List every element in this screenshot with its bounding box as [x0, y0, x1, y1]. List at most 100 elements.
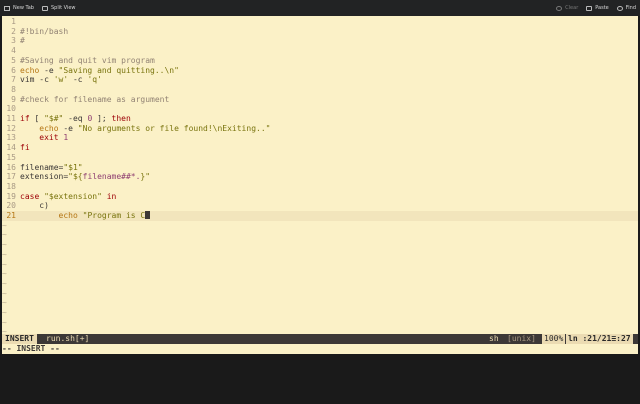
- code-token: #: [20, 36, 25, 46]
- mode-indicator: INSERT: [2, 334, 37, 344]
- code-token: 'w': [53, 75, 69, 85]
- code-line[interactable]: 3 #: [2, 36, 638, 46]
- code-token: "Program is C: [82, 211, 146, 220]
- code-line[interactable]: 16 filename="$1": [2, 163, 638, 173]
- tilde-filler: ~: [2, 230, 7, 240]
- code-text: echo "Program is C: [20, 211, 151, 221]
- code-token: vim -c: [20, 75, 54, 85]
- empty-buffer-line: ~: [2, 221, 638, 231]
- line-number: 18: [6, 181, 16, 191]
- code-line[interactable]: 17 extension="${filename##*.}": [2, 172, 638, 182]
- empty-buffer-line: ~: [2, 269, 638, 279]
- tilde-filler: ~: [2, 240, 7, 250]
- code-line[interactable]: 19 case "$extension" in: [2, 192, 638, 202]
- text-cursor: [145, 211, 151, 219]
- code-line[interactable]: 2 #!bin/bash: [2, 27, 638, 37]
- code-token: in: [106, 191, 117, 201]
- empty-buffer-line: ~: [2, 289, 638, 299]
- tilde-filler: ~: [2, 298, 7, 308]
- code-text: #: [20, 36, 25, 46]
- code-token: filename=: [20, 162, 64, 172]
- find-button[interactable]: Find: [613, 0, 640, 16]
- code-line[interactable]: 1: [2, 17, 638, 27]
- code-text: #check for filename as argument: [20, 95, 169, 105]
- split-view-button[interactable]: Split View: [38, 0, 80, 16]
- tilde-filler: ~: [2, 317, 7, 327]
- empty-buffer-line: ~: [2, 260, 638, 270]
- file-name: run.sh[+]: [46, 334, 90, 343]
- code-line[interactable]: 6 echo -e "Saving and quitting..\n": [2, 66, 638, 76]
- file-format: [unix]: [507, 334, 536, 343]
- new-tab-icon: [4, 5, 10, 11]
- code-text: fi: [20, 143, 30, 153]
- tilde-filler: ~: [2, 220, 7, 230]
- new-tab-label: New Tab: [13, 5, 34, 11]
- code-token: echo: [58, 211, 78, 220]
- cursor-position: ln :21/21≡:27: [566, 334, 633, 344]
- line-number: 2: [11, 26, 16, 36]
- code-token: filename##*.: [82, 172, 141, 182]
- code-line[interactable]: 9 #check for filename as argument: [2, 95, 638, 105]
- code-line[interactable]: 18: [2, 182, 638, 192]
- code-line[interactable]: 7 vim -c 'w' -c 'q': [2, 75, 638, 85]
- code-token: echo: [20, 65, 40, 75]
- code-token: -e: [58, 123, 78, 133]
- tilde-filler: ~: [2, 288, 7, 298]
- code-line[interactable]: 20 c): [2, 201, 638, 211]
- code-token: "${: [68, 172, 83, 182]
- code-line[interactable]: 13 exit 1: [2, 133, 638, 143]
- code-token: if: [20, 114, 30, 123]
- code-line[interactable]: 12 echo -e "No arguments or file found!\…: [2, 124, 638, 134]
- code-line[interactable]: 4: [2, 46, 638, 56]
- code-token: }": [140, 172, 151, 182]
- line-number: 11: [6, 114, 16, 123]
- vim-command-line[interactable]: -- INSERT --: [2, 344, 638, 354]
- code-line[interactable]: 14 fi: [2, 143, 638, 153]
- clear-button[interactable]: Clear: [552, 0, 582, 16]
- line-number: 7: [11, 75, 16, 85]
- line-number: 6: [11, 65, 16, 75]
- paste-button[interactable]: Paste: [582, 0, 613, 16]
- code-line[interactable]: 11 if [ "$#" -eq 0 ]; then: [2, 114, 638, 124]
- empty-buffer-line: ~: [2, 308, 638, 318]
- empty-buffer-line: ~: [2, 318, 638, 328]
- code-text: #Saving and quit vim program: [20, 56, 155, 66]
- code-text: filename="$1": [20, 163, 83, 173]
- find-label: Find: [625, 5, 636, 11]
- line-number: 3: [11, 36, 16, 46]
- code-token: -eq: [63, 114, 88, 123]
- empty-buffer-line: ~: [2, 240, 638, 250]
- code-token: "No arguments or file found!\nExiting..": [77, 123, 271, 133]
- code-token: exit: [39, 133, 59, 143]
- tilde-filler: ~: [2, 278, 7, 288]
- line-number: 5: [11, 55, 16, 65]
- code-line[interactable]: 10: [2, 104, 638, 114]
- code-text: echo -e "No arguments or file found!\nEx…: [20, 124, 270, 134]
- vim-statusline: INSERT run.sh[+] sh [unix] 100% ln :21/2…: [2, 334, 638, 344]
- code-text: c): [20, 201, 49, 211]
- line-number: 13: [6, 133, 16, 143]
- code-text: exit 1: [20, 133, 68, 143]
- code-line[interactable]: 8: [2, 85, 638, 95]
- code-token: #Saving and quit vim program: [20, 55, 155, 65]
- line-number: 9: [11, 94, 16, 104]
- code-token: -e: [39, 65, 59, 75]
- empty-buffer-line: ~: [2, 230, 638, 240]
- code-token: ];: [92, 114, 112, 123]
- code-token: extension=: [20, 172, 69, 182]
- code-token: fi: [20, 143, 30, 153]
- find-icon: [616, 5, 623, 11]
- line-number: 19: [6, 191, 16, 201]
- terminal-toolbar: New Tab Split View Clear Paste Find: [0, 0, 640, 16]
- vim-editor-buffer[interactable]: 1 2 #!bin/bash 3 #4 5 #Saving and quit vim pro…: [2, 16, 638, 336]
- empty-buffer-line: ~: [2, 250, 638, 260]
- code-line[interactable]: 15: [2, 153, 638, 163]
- code-token: -c: [68, 75, 88, 85]
- line-number: 1: [11, 17, 16, 26]
- new-tab-button[interactable]: New Tab: [0, 0, 38, 16]
- code-line[interactable]: 21 echo "Program is C: [2, 211, 638, 221]
- code-line[interactable]: 5 #Saving and quit vim program: [2, 56, 638, 66]
- code-token: "$extension": [44, 191, 102, 201]
